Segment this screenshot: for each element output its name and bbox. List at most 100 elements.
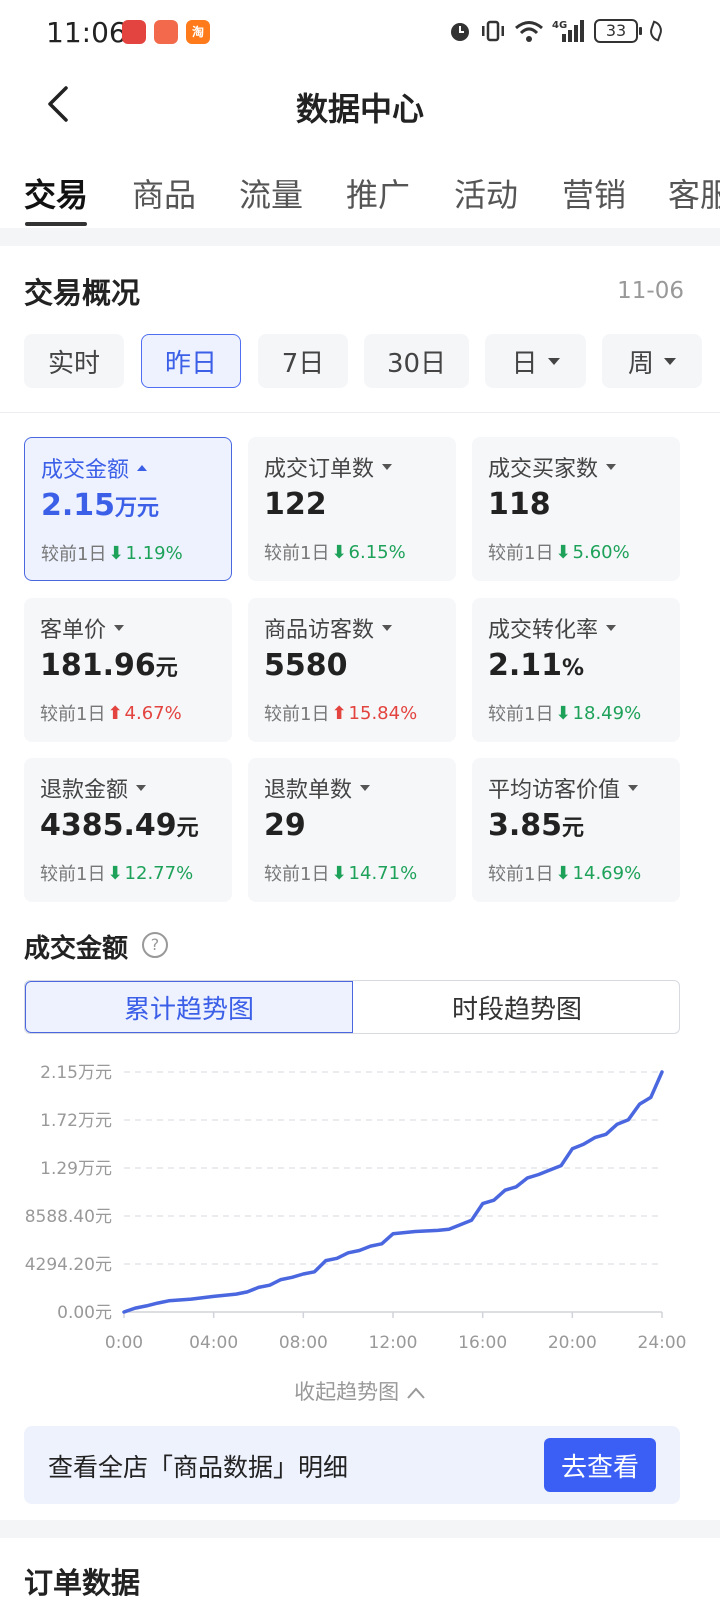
y-tick-label: 1.29万元 <box>40 1159 112 1179</box>
category-tabs: 交易 商品 流量 推广 活动 营销 客服 <box>0 160 720 230</box>
compare-label: 较前1日 <box>40 864 106 885</box>
compare-change: 18.49% <box>572 702 642 724</box>
chevron-up-icon <box>407 1387 425 1399</box>
compare-label: 较前1日 <box>488 543 554 564</box>
chip-label: 昨日 <box>164 348 217 379</box>
metric-compare: 较前1日 ⬇ 18.49% <box>488 700 641 726</box>
x-tick-label: 20:00 <box>548 1333 597 1353</box>
y-tick-label: 4294.20元 <box>25 1255 112 1275</box>
metric-card-refund-orders[interactable]: 退款单数 29 较前1日 ⬇ 14.71% <box>248 758 456 902</box>
collapse-chart-toggle[interactable]: 收起趋势图 <box>0 1376 720 1406</box>
metric-value: 4385.49元 <box>40 808 199 843</box>
chip-label: 日 <box>511 348 538 379</box>
tab-product[interactable]: 商品 <box>132 170 196 216</box>
x-tick-label: 0:00 <box>105 1333 143 1353</box>
product-data-banner: 查看全店「商品数据」明细 去查看 <box>24 1426 680 1504</box>
network-type-label: 4G <box>552 20 567 31</box>
y-tick-label: 8588.40元 <box>25 1207 112 1227</box>
gmv-cumulative-line <box>122 1070 664 1314</box>
caret-down-icon <box>606 464 617 470</box>
metric-value-number: 2.15 <box>41 488 116 523</box>
y-tick-label: 0.00元 <box>57 1303 112 1323</box>
status-time: 11:06 <box>46 16 127 49</box>
metric-value-number: 29 <box>264 808 306 843</box>
metric-card-avg-order-value[interactable]: 客单价 181.96元 较前1日 ⬆ 4.67% <box>24 598 232 742</box>
cellular-4g-icon: 4G <box>552 20 584 42</box>
compare-change: 12.77% <box>124 862 194 884</box>
caret-down-icon <box>382 625 393 631</box>
status-app-icons: 淘 <box>122 20 210 44</box>
x-tick-label: 16:00 <box>458 1333 507 1353</box>
metric-value-number: 3.85 <box>488 808 563 843</box>
metric-compare: 较前1日 ⬆ 15.84% <box>264 700 417 726</box>
question-circle-icon[interactable]: ? <box>142 932 168 958</box>
segment-cumulative-trend[interactable]: 累计趋势图 <box>25 981 353 1033</box>
tab-activity[interactable]: 活动 <box>454 170 518 216</box>
caret-down-icon <box>628 785 639 791</box>
metric-card-buyers[interactable]: 成交买家数 118 较前1日 ⬇ 5.60% <box>472 437 680 581</box>
metric-card-refund-amount[interactable]: 退款金额 4385.49元 较前1日 ⬇ 12.77% <box>24 758 232 902</box>
nav-bar: 数据中心 <box>0 70 720 140</box>
metric-card-gmv[interactable]: 成交金额 2.15万元 较前1日 ⬇ 1.19% <box>24 437 232 581</box>
overview-title: 交易概况 <box>24 276 141 310</box>
status-bar: 11:06 淘 4G 33 <box>0 0 720 64</box>
metric-card-visitors[interactable]: 商品访客数 5580 较前1日 ⬆ 15.84% <box>248 598 456 742</box>
period-selector: 实时 昨日 7日 30日 日 周 <box>24 334 720 390</box>
tab-promotion[interactable]: 推广 <box>346 170 410 216</box>
taobao-icon: 淘 <box>186 20 210 44</box>
metric-label: 平均访客价值 <box>488 772 639 804</box>
metric-card-orders[interactable]: 成交订单数 122 较前1日 ⬇ 6.15% <box>248 437 456 581</box>
arrow-down-icon: ⬇ <box>107 862 123 884</box>
metric-card-avg-visitor-value[interactable]: 平均访客价值 3.85元 较前1日 ⬇ 14.69% <box>472 758 680 902</box>
period-chip-7d[interactable]: 7日 <box>258 334 348 388</box>
metric-label-text: 成交转化率 <box>488 618 599 643</box>
compare-label: 较前1日 <box>40 704 106 725</box>
metric-label-text: 商品访客数 <box>264 618 375 643</box>
chip-label: 实时 <box>47 348 100 379</box>
caret-up-icon <box>137 465 148 471</box>
metric-compare: 较前1日 ⬇ 5.60% <box>488 539 630 565</box>
period-chip-yesterday[interactable]: 昨日 <box>141 334 241 388</box>
metric-label-text: 成交买家数 <box>488 457 599 482</box>
compare-label: 较前1日 <box>264 543 330 564</box>
tab-traffic[interactable]: 流量 <box>239 170 303 216</box>
period-chip-realtime[interactable]: 实时 <box>24 334 124 388</box>
x-tick-label: 24:00 <box>638 1333 687 1353</box>
tab-transaction[interactable]: 交易 <box>24 170 88 216</box>
compare-label: 较前1日 <box>41 544 107 565</box>
view-details-button[interactable]: 去查看 <box>544 1438 656 1492</box>
compare-change: 14.71% <box>348 862 418 884</box>
metric-value: 2.15万元 <box>41 488 159 523</box>
compare-label: 较前1日 <box>264 704 330 725</box>
arrow-down-icon: ⬇ <box>555 702 571 724</box>
section-divider <box>0 1520 720 1538</box>
compare-change: 6.15% <box>348 541 406 563</box>
period-chip-week[interactable]: 周 <box>602 334 702 388</box>
arrow-down-icon: ⬇ <box>555 541 571 563</box>
arrow-down-icon: ⬇ <box>331 862 347 884</box>
compare-change: 14.69% <box>572 862 642 884</box>
caret-down-icon <box>547 357 560 365</box>
metric-card-conversion-rate[interactable]: 成交转化率 2.11% 较前1日 ⬇ 18.49% <box>472 598 680 742</box>
period-chip-30d[interactable]: 30日 <box>364 334 469 388</box>
compare-change: 15.84% <box>348 702 418 724</box>
active-tab-indicator <box>25 222 87 226</box>
x-tick-label: 12:00 <box>369 1333 418 1353</box>
metric-value-number: 181.96 <box>40 648 156 683</box>
metric-compare: 较前1日 ⬇ 14.71% <box>264 860 417 886</box>
metric-label-text: 客单价 <box>40 618 107 643</box>
arrow-down-icon: ⬇ <box>108 542 124 564</box>
metric-value: 2.11% <box>488 648 584 683</box>
tab-marketing[interactable]: 营销 <box>562 170 626 216</box>
status-indicators: 4G 33 <box>448 18 665 44</box>
segment-hourly-trend[interactable]: 时段趋势图 <box>353 981 679 1033</box>
period-chip-day[interactable]: 日 <box>485 334 586 388</box>
alarm-icon <box>451 23 469 41</box>
x-tick-label: 08:00 <box>279 1333 328 1353</box>
tab-customer-service[interactable]: 客服 <box>668 170 720 216</box>
metric-value: 118 <box>488 487 551 522</box>
compare-label: 较前1日 <box>488 704 554 725</box>
divider <box>0 412 720 413</box>
arrow-up-icon: ⬆ <box>331 702 347 724</box>
y-tick-label: 1.72万元 <box>40 1111 112 1131</box>
